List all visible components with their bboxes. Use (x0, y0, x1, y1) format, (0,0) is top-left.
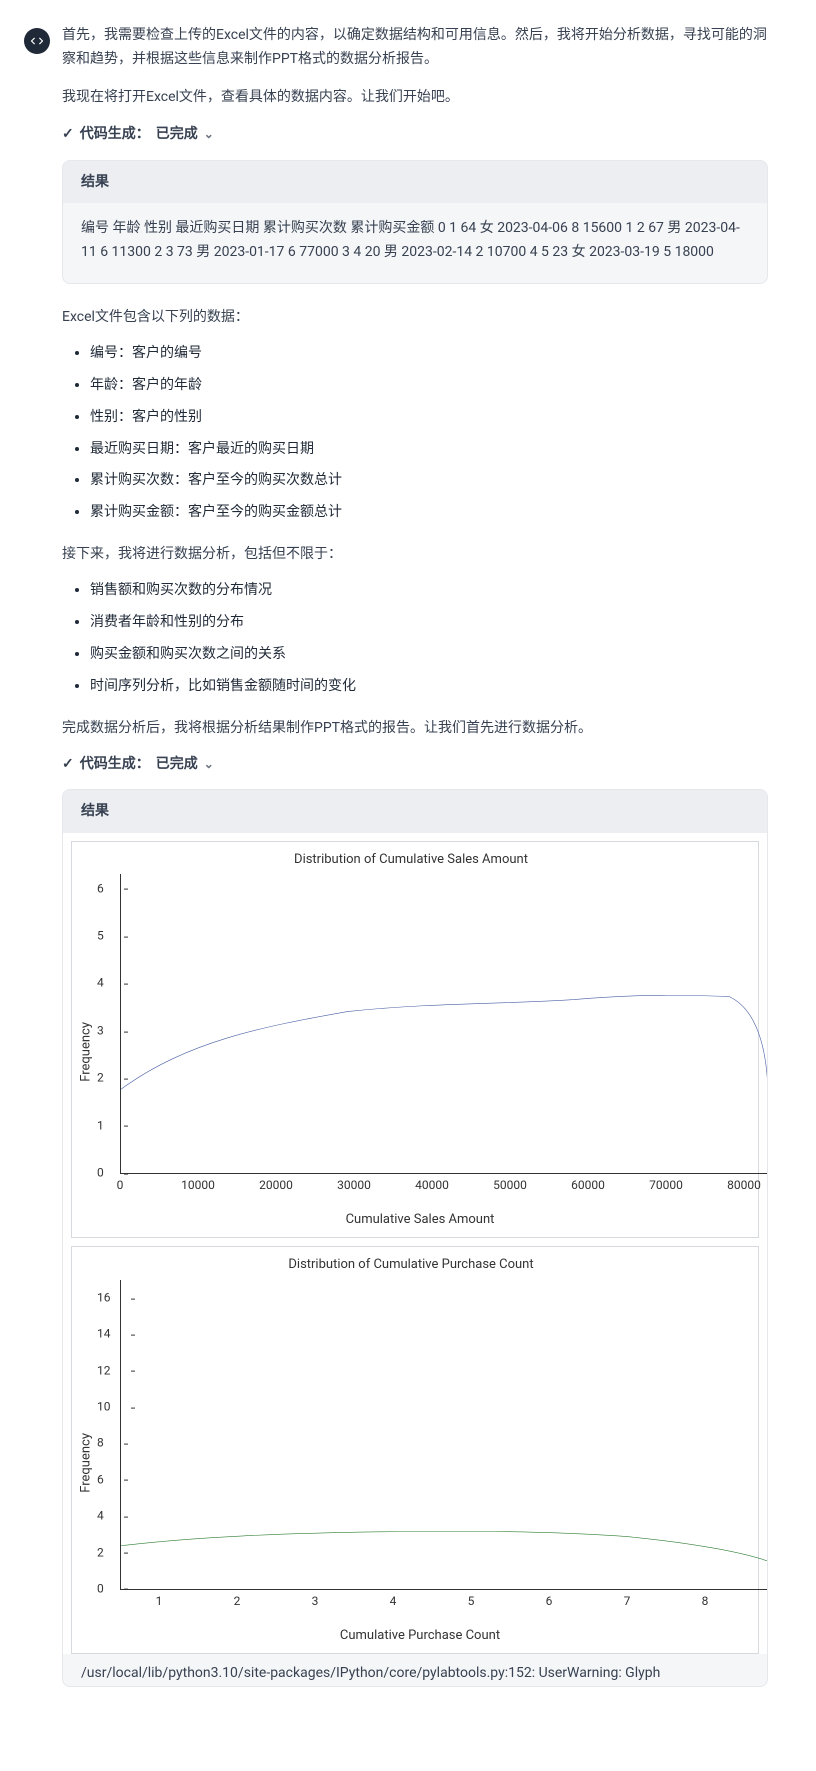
intro-paragraph-2: 我现在将打开Excel文件，查看具体的数据内容。让我们开始吧。 (62, 86, 768, 110)
chart-xtick: 50000 (493, 1176, 527, 1195)
chart-xtick: 1 (156, 1592, 163, 1611)
list-item: 累计购买次数：客户至今的购买次数总计 (90, 469, 768, 493)
chart-sales-distribution: Distribution of Cumulative Sales Amount … (71, 841, 759, 1239)
columns-intro: Excel文件包含以下列的数据： (62, 306, 768, 328)
result-header: 结果 (63, 790, 767, 832)
chart-xtick: 2 (234, 1592, 241, 1611)
intro-paragraph-1: 首先，我需要检查上传的Excel文件的内容，以确定数据结构和可用信息。然后，我将… (62, 24, 768, 72)
code-generation-status-1[interactable]: ✓ 代码生成： 已完成 ⌄ (62, 123, 768, 145)
list-item: 编号：客户的编号 (90, 342, 768, 366)
chart-ytick: 2 (97, 1069, 104, 1088)
list-item: 年龄：客户的年龄 (90, 374, 768, 398)
chart-title: Distribution of Cumulative Purchase Coun… (78, 1255, 744, 1276)
python-warning: /usr/local/lib/python3.10/site-packages/… (63, 1662, 767, 1686)
chart-xtick: 70000 (649, 1176, 683, 1195)
codegen-prefix: 代码生成： (80, 753, 150, 775)
chart-xtick: 0 (117, 1176, 124, 1195)
list-item: 销售额和购买次数的分布情况 (90, 579, 768, 603)
chart-ytick: 16 (97, 1289, 111, 1308)
chart-ytick: 2 (97, 1543, 104, 1562)
codegen-status: 已完成 (156, 123, 198, 145)
code-icon (30, 34, 44, 48)
codegen-prefix: 代码生成： (80, 123, 150, 145)
list-item: 累计购买金额：客户至今的购买金额总计 (90, 501, 768, 525)
codegen-status: 已完成 (156, 753, 198, 775)
chart-ytick: 4 (97, 1507, 104, 1526)
chart-xtick: 5 (468, 1592, 475, 1611)
columns-list: 编号：客户的编号 年龄：客户的年龄 性别：客户的性别 最近购买日期：客户最近的购… (62, 342, 768, 525)
chart-xtick: 10000 (181, 1176, 215, 1195)
chart-kde-line (121, 1280, 768, 1589)
result-body-1: 编号 年龄 性别 最近购买日期 累计购买次数 累计购买金额 0 1 64 女 2… (63, 203, 767, 283)
chart-xtick: 60000 (571, 1176, 605, 1195)
chart-xlabel: Cumulative Purchase Count (96, 1626, 744, 1647)
chart-xtick: 7 (624, 1592, 631, 1611)
chart-kde-line (121, 874, 768, 1173)
chart-ylabel: Frequency (78, 1280, 96, 1647)
result-header: 结果 (63, 161, 767, 203)
chevron-down-icon: ⌄ (204, 755, 214, 774)
chart-ylabel: Frequency (78, 874, 96, 1231)
chart-ytick: 12 (97, 1361, 111, 1380)
check-icon: ✓ (62, 753, 74, 775)
chart-xtick: 3 (312, 1592, 319, 1611)
chart-xtick: 30000 (337, 1176, 371, 1195)
list-item: 购买金额和购买次数之间的关系 (90, 643, 768, 667)
chart-count-distribution: Distribution of Cumulative Purchase Coun… (71, 1246, 759, 1654)
analysis-intro: 接下来，我将进行数据分析，包括但不限于： (62, 543, 768, 565)
chart-ytick: 14 (97, 1325, 111, 1344)
analysis-list: 销售额和购买次数的分布情况 消费者年龄和性别的分布 购买金额和购买次数之间的关系… (62, 579, 768, 698)
code-generation-status-2[interactable]: ✓ 代码生成： 已完成 ⌄ (62, 753, 768, 775)
check-icon: ✓ (62, 123, 74, 145)
result-box-2: 结果 Distribution of Cumulative Sales Amou… (62, 789, 768, 1687)
chart-ytick: 0 (97, 1579, 104, 1598)
chart-xlabel: Cumulative Sales Amount (96, 1210, 744, 1231)
chart-xtick: 8 (702, 1592, 709, 1611)
chart-ytick: 0 (97, 1164, 104, 1183)
chart-xtick: 80000 (727, 1176, 761, 1195)
list-item: 最近购买日期：客户最近的购买日期 (90, 438, 768, 462)
list-item: 性别：客户的性别 (90, 406, 768, 430)
chart-ytick: 1 (97, 1116, 104, 1135)
chart-xtick: 4 (390, 1592, 397, 1611)
chart-ytick: 6 (97, 879, 104, 898)
list-item: 消费者年龄和性别的分布 (90, 611, 768, 635)
chart-ytick: 6 (97, 1470, 104, 1489)
list-item: 时间序列分析，比如销售金额随时间的变化 (90, 675, 768, 699)
chart-ytick: 4 (97, 974, 104, 993)
chevron-down-icon: ⌄ (204, 125, 214, 144)
chart-ytick: 8 (97, 1434, 104, 1453)
chart-ytick: 10 (97, 1398, 111, 1417)
closing-paragraph: 完成数据分析后，我将根据分析结果制作PPT格式的报告。让我们首先进行数据分析。 (62, 717, 768, 739)
assistant-avatar (24, 28, 50, 54)
result-box-1: 结果 编号 年龄 性别 最近购买日期 累计购买次数 累计购买金额 0 1 64 … (62, 160, 768, 284)
chart-title: Distribution of Cumulative Sales Amount (78, 850, 744, 871)
chart-ytick: 5 (97, 927, 104, 946)
chart-xtick: 20000 (259, 1176, 293, 1195)
chart-xtick: 40000 (415, 1176, 449, 1195)
chart-xtick: 6 (546, 1592, 553, 1611)
chart-ytick: 3 (97, 1022, 104, 1041)
